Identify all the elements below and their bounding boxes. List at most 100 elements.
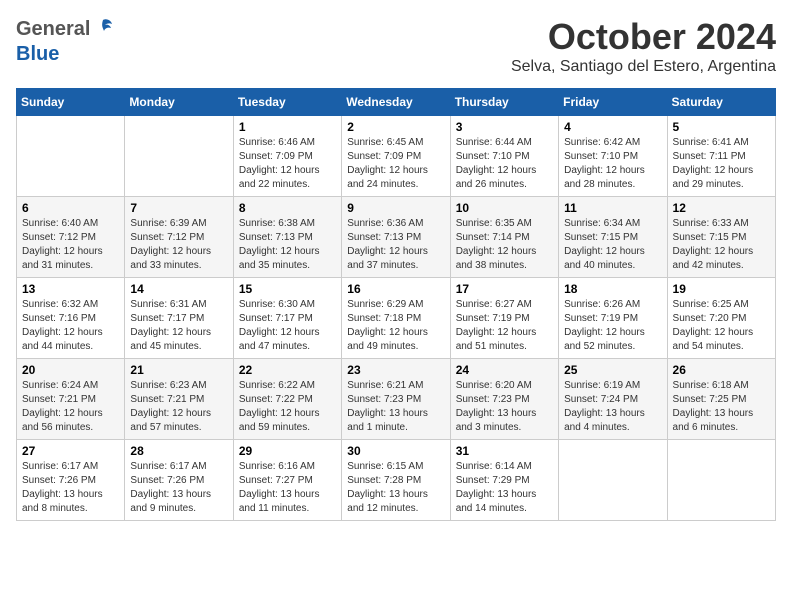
calendar-week-row: 13Sunrise: 6:32 AM Sunset: 7:16 PM Dayli… <box>17 278 776 359</box>
day-number: 18 <box>564 282 661 296</box>
calendar-cell: 28 Sunrise: 6:17 AM Sunset: 7:26 PM Dayli… <box>125 440 233 521</box>
calendar-cell: 6Sunrise: 6:40 AM Sunset: 7:12 PM Daylig… <box>17 197 125 278</box>
day-number: 8 <box>239 201 336 215</box>
calendar-cell: 23Sunrise: 6:21 AM Sunset: 7:23 PM Dayli… <box>342 359 450 440</box>
calendar-cell: 1Sunrise: 6:46 AM Sunset: 7:09 PM Daylig… <box>233 116 341 197</box>
calendar-cell: 10Sunrise: 6:35 AM Sunset: 7:14 PM Dayli… <box>450 197 558 278</box>
calendar-cell: 19Sunrise: 6:25 AM Sunset: 7:20 PM Dayli… <box>667 278 775 359</box>
day-number: 4 <box>564 120 661 134</box>
calendar-cell: 3 Sunrise: 6:44 AM Sunset: 7:10 PM Daylig… <box>450 116 558 197</box>
weekday-header-wednesday: Wednesday <box>342 89 450 116</box>
day-info: Sunrise: 6:17 AM Sunset: 7:26 PM Dayligh… <box>22 460 119 516</box>
day-number: 31 <box>456 444 553 458</box>
day-info: Sunrise: 6:15 AM Sunset: 7:28 PM Dayligh… <box>347 460 444 516</box>
day-number: 21 <box>130 363 227 377</box>
day-info: Sunrise: 6:24 AM Sunset: 7:21 PM Dayligh… <box>22 379 119 435</box>
calendar-cell: 13Sunrise: 6:32 AM Sunset: 7:16 PM Dayli… <box>17 278 125 359</box>
day-info: Sunrise: 6:39 AM Sunset: 7:12 PM Dayligh… <box>130 217 227 273</box>
day-number: 24 <box>456 363 553 377</box>
day-info: Sunrise: 6:27 AM Sunset: 7:19 PM Dayligh… <box>456 298 553 354</box>
day-info: Sunrise: 6:25 AM Sunset: 7:20 PM Dayligh… <box>673 298 770 354</box>
day-info: Sunrise: 6:19 AM Sunset: 7:24 PM Dayligh… <box>564 379 661 435</box>
calendar-cell: 4 Sunrise: 6:42 AM Sunset: 7:10 PM Daylig… <box>559 116 667 197</box>
calendar-cell: 12 Sunrise: 6:33 AM Sunset: 7:15 PM Dayli… <box>667 197 775 278</box>
calendar-cell: 2 Sunrise: 6:45 AM Sunset: 7:09 PM Daylig… <box>342 116 450 197</box>
calendar-week-row: 6Sunrise: 6:40 AM Sunset: 7:12 PM Daylig… <box>17 197 776 278</box>
day-info: Sunrise: 6:29 AM Sunset: 7:18 PM Dayligh… <box>347 298 444 354</box>
location-title: Selva, Santiago del Estero, Argentina <box>511 58 776 76</box>
calendar-table: SundayMondayTuesdayWednesdayThursdayFrid… <box>16 88 776 521</box>
logo: General Blue <box>16 16 114 66</box>
day-info: Sunrise: 6:22 AM Sunset: 7:22 PM Dayligh… <box>239 379 336 435</box>
day-info: Sunrise: 6:41 AM Sunset: 7:11 PM Dayligh… <box>673 136 770 192</box>
calendar-cell: 9 Sunrise: 6:36 AM Sunset: 7:13 PM Daylig… <box>342 197 450 278</box>
calendar-cell: 22 Sunrise: 6:22 AM Sunset: 7:22 PM Dayli… <box>233 359 341 440</box>
calendar-cell: 14Sunrise: 6:31 AM Sunset: 7:17 PM Dayli… <box>125 278 233 359</box>
calendar-cell: 16 Sunrise: 6:29 AM Sunset: 7:18 PM Dayli… <box>342 278 450 359</box>
day-number: 3 <box>456 120 553 134</box>
day-info: Sunrise: 6:23 AM Sunset: 7:21 PM Dayligh… <box>130 379 227 435</box>
calendar-cell: 30Sunrise: 6:15 AM Sunset: 7:28 PM Dayli… <box>342 440 450 521</box>
calendar-cell: 7 Sunrise: 6:39 AM Sunset: 7:12 PM Daylig… <box>125 197 233 278</box>
day-info: Sunrise: 6:42 AM Sunset: 7:10 PM Dayligh… <box>564 136 661 192</box>
weekday-header-row: SundayMondayTuesdayWednesdayThursdayFrid… <box>17 89 776 116</box>
calendar-cell: 5 Sunrise: 6:41 AM Sunset: 7:11 PM Daylig… <box>667 116 775 197</box>
day-number: 12 <box>673 201 770 215</box>
day-info: Sunrise: 6:34 AM Sunset: 7:15 PM Dayligh… <box>564 217 661 273</box>
day-info: Sunrise: 6:36 AM Sunset: 7:13 PM Dayligh… <box>347 217 444 273</box>
logo-blue-text: Blue <box>16 43 59 66</box>
calendar-cell: 20 Sunrise: 6:24 AM Sunset: 7:21 PM Dayli… <box>17 359 125 440</box>
calendar-cell: 8 Sunrise: 6:38 AM Sunset: 7:13 PM Daylig… <box>233 197 341 278</box>
weekday-header-saturday: Saturday <box>667 89 775 116</box>
day-number: 15 <box>239 282 336 296</box>
day-number: 22 <box>239 363 336 377</box>
day-number: 28 <box>130 444 227 458</box>
day-info: Sunrise: 6:38 AM Sunset: 7:13 PM Dayligh… <box>239 217 336 273</box>
weekday-header-friday: Friday <box>559 89 667 116</box>
calendar-cell: 29 Sunrise: 6:16 AM Sunset: 7:27 PM Dayli… <box>233 440 341 521</box>
day-info: Sunrise: 6:26 AM Sunset: 7:19 PM Dayligh… <box>564 298 661 354</box>
day-number: 7 <box>130 201 227 215</box>
day-info: Sunrise: 6:44 AM Sunset: 7:10 PM Dayligh… <box>456 136 553 192</box>
page-header: General Blue October 2024 Selva, Santiag… <box>16 16 776 76</box>
month-title: October 2024 <box>511 16 776 58</box>
logo-general-text: General <box>16 18 90 41</box>
day-info: Sunrise: 6:33 AM Sunset: 7:15 PM Dayligh… <box>673 217 770 273</box>
day-info: Sunrise: 6:30 AM Sunset: 7:17 PM Dayligh… <box>239 298 336 354</box>
day-number: 9 <box>347 201 444 215</box>
day-number: 5 <box>673 120 770 134</box>
day-number: 14 <box>130 282 227 296</box>
day-info: Sunrise: 6:16 AM Sunset: 7:27 PM Dayligh… <box>239 460 336 516</box>
day-number: 16 <box>347 282 444 296</box>
day-info: Sunrise: 6:18 AM Sunset: 7:25 PM Dayligh… <box>673 379 770 435</box>
calendar-week-row: 20 Sunrise: 6:24 AM Sunset: 7:21 PM Dayli… <box>17 359 776 440</box>
calendar-cell <box>125 116 233 197</box>
day-number: 25 <box>564 363 661 377</box>
day-info: Sunrise: 6:17 AM Sunset: 7:26 PM Dayligh… <box>130 460 227 516</box>
calendar-cell: 11 Sunrise: 6:34 AM Sunset: 7:15 PM Dayli… <box>559 197 667 278</box>
day-info: Sunrise: 6:14 AM Sunset: 7:29 PM Dayligh… <box>456 460 553 516</box>
calendar-cell <box>559 440 667 521</box>
day-info: Sunrise: 6:45 AM Sunset: 7:09 PM Dayligh… <box>347 136 444 192</box>
title-area: October 2024 Selva, Santiago del Estero,… <box>511 16 776 76</box>
calendar-week-row: 27 Sunrise: 6:17 AM Sunset: 7:26 PM Dayli… <box>17 440 776 521</box>
day-info: Sunrise: 6:46 AM Sunset: 7:09 PM Dayligh… <box>239 136 336 192</box>
calendar-cell: 26 Sunrise: 6:18 AM Sunset: 7:25 PM Dayli… <box>667 359 775 440</box>
calendar-cell <box>667 440 775 521</box>
day-number: 27 <box>22 444 119 458</box>
day-number: 29 <box>239 444 336 458</box>
weekday-header-sunday: Sunday <box>17 89 125 116</box>
day-info: Sunrise: 6:32 AM Sunset: 7:16 PM Dayligh… <box>22 298 119 354</box>
logo-bird-icon <box>92 16 114 43</box>
day-number: 11 <box>564 201 661 215</box>
calendar-cell: 17 Sunrise: 6:27 AM Sunset: 7:19 PM Dayli… <box>450 278 558 359</box>
day-info: Sunrise: 6:21 AM Sunset: 7:23 PM Dayligh… <box>347 379 444 435</box>
day-number: 20 <box>22 363 119 377</box>
day-number: 26 <box>673 363 770 377</box>
day-number: 6 <box>22 201 119 215</box>
calendar-cell: 18 Sunrise: 6:26 AM Sunset: 7:19 PM Dayli… <box>559 278 667 359</box>
day-number: 2 <box>347 120 444 134</box>
calendar-cell: 27 Sunrise: 6:17 AM Sunset: 7:26 PM Dayli… <box>17 440 125 521</box>
day-number: 17 <box>456 282 553 296</box>
day-info: Sunrise: 6:20 AM Sunset: 7:23 PM Dayligh… <box>456 379 553 435</box>
